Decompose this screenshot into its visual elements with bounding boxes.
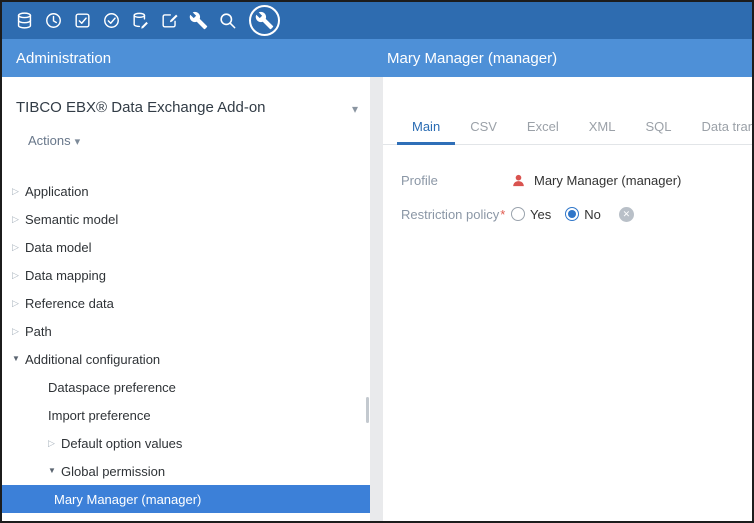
content-area: TIBCO EBX® Data Exchange Add-on Actions … <box>2 77 752 521</box>
right-pane-title: Mary Manager (manager) <box>382 50 752 67</box>
tree-item-label: Mary Manager (manager) <box>54 492 201 507</box>
tools-icon[interactable] <box>184 6 213 35</box>
tree-item-default-option-values[interactable]: ▷Default option values <box>2 429 370 457</box>
radio-label: Yes <box>530 207 551 222</box>
caret-expanded-icon[interactable]: ▼ <box>12 355 25 363</box>
caret-collapsed-icon[interactable]: ▷ <box>12 243 25 252</box>
actions-row: Actions <box>2 133 370 151</box>
tree-item-mary-manager-manager[interactable]: Mary Manager (manager) <box>2 485 370 513</box>
tree-item-label: Import preference <box>48 408 151 423</box>
profile-row: Profile Mary Manager (manager) <box>401 167 734 193</box>
radio-label: No <box>584 207 601 222</box>
tab-xml[interactable]: XML <box>574 110 631 145</box>
radio-no[interactable]: No <box>565 207 601 222</box>
tree-item-label: Reference data <box>25 296 114 311</box>
tab-sql[interactable]: SQL <box>630 110 686 145</box>
left-pane-title: Administration <box>2 50 382 67</box>
tree-item-dataspace-preference[interactable]: Dataspace preference <box>2 373 370 401</box>
right-panel: MainCSVExcelXMLSQLData transfer Profile … <box>383 77 752 521</box>
radio-yes[interactable]: Yes <box>511 207 551 222</box>
data-models-icon[interactable] <box>10 6 39 35</box>
validation-icon[interactable] <box>68 6 97 35</box>
tree-item-additional-configuration[interactable]: ▼Additional configuration <box>2 345 370 373</box>
record-form: Profile Mary Manager (manager) Restricti… <box>383 145 752 227</box>
app-window: Administration Mary Manager (manager) TI… <box>0 0 754 523</box>
radio-yes-circle-icon[interactable] <box>511 207 525 221</box>
restriction-policy-radios: Yes No <box>511 207 634 222</box>
profile-label: Profile <box>401 173 511 188</box>
tree-item-label: Global permission <box>61 464 165 479</box>
profile-user-icon <box>511 173 526 188</box>
tab-bar: MainCSVExcelXMLSQLData transfer <box>383 110 752 145</box>
tab-main[interactable]: Main <box>397 110 455 145</box>
left-panel-scrollbar[interactable] <box>366 397 369 423</box>
workflow-icon[interactable] <box>155 6 184 35</box>
tree-item-label: Data model <box>25 240 91 255</box>
actions-label: Actions <box>28 133 71 148</box>
top-toolbar <box>2 2 752 39</box>
tab-data-transfer[interactable]: Data transfer <box>686 110 754 145</box>
actions-menu-button[interactable]: Actions <box>28 133 80 148</box>
task-scheduler-icon[interactable] <box>97 6 126 35</box>
restriction-policy-label-text: Restriction policy <box>401 207 499 222</box>
tree-item-label: Dataspace preference <box>48 380 176 395</box>
tree-item-label: Application <box>25 184 89 199</box>
restriction-policy-row: Restriction policy* Yes No <box>401 201 734 227</box>
tree-item-label: Default option values <box>61 436 182 451</box>
caret-expanded-icon[interactable]: ▼ <box>48 467 61 475</box>
tree-item-import-preference[interactable]: Import preference <box>2 401 370 429</box>
history-icon[interactable] <box>39 6 68 35</box>
header-bar: Administration Mary Manager (manager) <box>2 39 752 77</box>
dataspaces-icon[interactable] <box>126 6 155 35</box>
tab-excel[interactable]: Excel <box>512 110 574 145</box>
caret-collapsed-icon[interactable]: ▷ <box>48 439 61 448</box>
caret-collapsed-icon[interactable]: ▷ <box>12 187 25 196</box>
tree-item-label: Semantic model <box>25 212 118 227</box>
tree-item-label: Additional configuration <box>25 352 160 367</box>
addon-title: TIBCO EBX® Data Exchange Add-on <box>16 97 352 119</box>
left-panel: TIBCO EBX® Data Exchange Add-on Actions … <box>2 77 370 521</box>
caret-collapsed-icon[interactable]: ▷ <box>12 299 25 308</box>
tree-item-data-mapping[interactable]: ▷Data mapping <box>2 261 370 289</box>
caret-collapsed-icon[interactable]: ▷ <box>12 271 25 280</box>
administration-icon[interactable] <box>249 5 280 36</box>
tree-item-application[interactable]: ▷Application <box>2 177 370 205</box>
caret-collapsed-icon[interactable]: ▷ <box>12 215 25 224</box>
tree-item-label: Path <box>25 324 52 339</box>
search-icon[interactable] <box>213 6 242 35</box>
required-marker: * <box>500 207 505 222</box>
tab-csv[interactable]: CSV <box>455 110 512 145</box>
clear-selection-icon[interactable] <box>619 207 634 222</box>
navigation-tree: ▷Application▷Semantic model▷Data model▷D… <box>2 177 370 513</box>
chevron-down-icon[interactable] <box>352 101 358 116</box>
tree-item-data-model[interactable]: ▷Data model <box>2 233 370 261</box>
tree-item-label: Data mapping <box>25 268 106 283</box>
profile-value: Mary Manager (manager) <box>534 173 681 188</box>
tree-item-global-permission[interactable]: ▼Global permission <box>2 457 370 485</box>
radio-no-circle-icon[interactable] <box>565 207 579 221</box>
caret-collapsed-icon[interactable]: ▷ <box>12 327 25 336</box>
tree-item-path[interactable]: ▷Path <box>2 317 370 345</box>
tree-item-semantic-model[interactable]: ▷Semantic model <box>2 205 370 233</box>
chevron-down-icon <box>71 133 81 148</box>
profile-value-group: Mary Manager (manager) <box>511 173 681 188</box>
addon-selector[interactable]: TIBCO EBX® Data Exchange Add-on <box>2 77 370 119</box>
restriction-policy-label: Restriction policy* <box>401 207 511 222</box>
tree-item-reference-data[interactable]: ▷Reference data <box>2 289 370 317</box>
panel-divider <box>370 77 383 521</box>
